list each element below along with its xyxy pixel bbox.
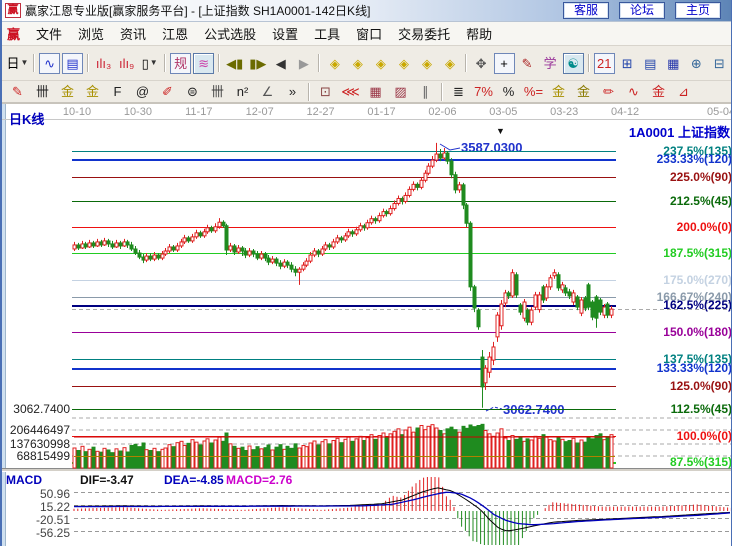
gann-brain-icon[interactable]: ☯ bbox=[563, 53, 584, 74]
pct7-icon[interactable]: 7% bbox=[472, 81, 495, 102]
menu-logo: 赢 bbox=[7, 24, 20, 43]
spiral-fence-icon[interactable]: @ bbox=[131, 81, 154, 102]
notebook-icon[interactable]: ▤ bbox=[640, 53, 661, 74]
gold-levels-icon[interactable]: 金 bbox=[647, 81, 670, 102]
toolbar-separator bbox=[33, 54, 35, 72]
pct-icon[interactable]: % bbox=[497, 81, 520, 102]
chart-area[interactable]: 日K线 1A0001 上证指数 3587.0300 3062.7400 ▼ 30… bbox=[2, 104, 732, 546]
toolbar-separator bbox=[318, 54, 320, 72]
save-icon[interactable]: ▦ bbox=[663, 53, 684, 74]
plain-fence-icon[interactable]: 卌 bbox=[206, 81, 229, 102]
menu-item-4[interactable]: 公式选股 bbox=[196, 22, 264, 45]
diamond-up-button[interactable]: ◈ bbox=[416, 53, 437, 74]
toolbar-separator bbox=[218, 54, 220, 72]
diamond-in-button[interactable]: ◈ bbox=[370, 53, 391, 74]
data-transfer-icon[interactable]: ⊟ bbox=[709, 53, 730, 74]
period-day-button[interactable]: 日▼ bbox=[6, 53, 29, 74]
measure-pen-icon[interactable]: ✏ bbox=[597, 81, 620, 102]
first-bar-button[interactable]: ◀▮ bbox=[224, 53, 245, 74]
price-ruler-icon[interactable]: ≣ bbox=[447, 81, 470, 102]
calculator-icon[interactable]: ⊞ bbox=[617, 53, 638, 74]
n2-fence-icon[interactable]: n² bbox=[231, 81, 254, 102]
dropdown-arrow-icon[interactable]: ▼ bbox=[21, 59, 29, 67]
title-bar: 赢 赢家江恩专业版[赢家服务平台] - [上证指数 SH1A0001-142日K… bbox=[2, 0, 731, 22]
menu-item-0[interactable]: 文件 bbox=[28, 22, 70, 45]
gold-fence-b-icon[interactable]: 金 bbox=[81, 81, 104, 102]
overlay-chart-icon[interactable]: ∿ bbox=[39, 53, 60, 74]
toolbar-separator bbox=[441, 83, 443, 101]
box-select-icon[interactable]: ⊡ bbox=[314, 81, 337, 102]
app-window: 赢 赢家江恩专业版[赢家服务平台] - [上证指数 SH1A0001-142日K… bbox=[0, 0, 732, 546]
toolbar-separator bbox=[87, 54, 89, 72]
bars-9min-icon[interactable]: ılı₉ bbox=[116, 53, 137, 74]
dropdown-arrow-icon[interactable]: ▼ bbox=[150, 59, 158, 67]
menu-item-5[interactable]: 设置 bbox=[264, 22, 306, 45]
forum-button[interactable]: 论坛 bbox=[619, 2, 665, 19]
net-share-icon[interactable]: ⊕ bbox=[686, 53, 707, 74]
gold-line-icon[interactable]: 金 bbox=[572, 81, 595, 102]
prev-bar-button[interactable]: ◀ bbox=[270, 53, 291, 74]
cycle-circle-icon[interactable]: ⊜ bbox=[181, 81, 204, 102]
diamond-right-button[interactable]: ◈ bbox=[347, 53, 368, 74]
crosshair-icon[interactable]: + bbox=[494, 53, 515, 74]
calendar-icon[interactable]: 21 bbox=[594, 53, 615, 74]
menu-bar: 赢 文件浏览资讯江恩公式选股设置工具窗口交易委托帮助 bbox=[2, 22, 731, 46]
info-panel-icon[interactable]: ▤ bbox=[62, 53, 83, 74]
toolbar-drawing: ✎卌金金F@✐⊜卌n²∠»⊡⋘▦▨∥≣7%%%=金金✏∿金⊿ bbox=[2, 81, 731, 104]
home-button[interactable]: 主页 bbox=[675, 2, 721, 19]
next-bar-button[interactable]: ▶ bbox=[293, 53, 314, 74]
toolbar-separator bbox=[308, 83, 310, 101]
last-bar-button[interactable]: ▮▶ bbox=[247, 53, 268, 74]
menu-item-2[interactable]: 资讯 bbox=[112, 22, 154, 45]
menu-item-8[interactable]: 交易委托 bbox=[390, 22, 458, 45]
app-logo: 赢 bbox=[5, 3, 21, 18]
study-flag-icon[interactable]: 学 bbox=[540, 53, 561, 74]
wave-tool-icon[interactable]: ∿ bbox=[622, 81, 645, 102]
gold-circle-icon[interactable]: 金 bbox=[547, 81, 570, 102]
pct-line-icon[interactable]: %= bbox=[522, 81, 545, 102]
menu-item-6[interactable]: 工具 bbox=[306, 22, 348, 45]
price-volume-macd-plot[interactable] bbox=[2, 104, 732, 546]
diamond-down-button[interactable]: ◈ bbox=[440, 53, 461, 74]
service-button[interactable]: 客服 bbox=[563, 2, 609, 19]
toolbar-main: 日▼∿▤ılı₃ılı₉▯▼规≋◀▮▮▶◀▶◈◈◈◈◈◈✥+✎学☯21⊞▤▦⊕⊟ bbox=[2, 46, 731, 81]
toolbar-separator bbox=[588, 54, 590, 72]
slant-lines-icon[interactable]: ∥ bbox=[414, 81, 437, 102]
candle-style-button[interactable]: ▯▼ bbox=[139, 53, 160, 74]
toolbar-separator bbox=[465, 54, 467, 72]
gann-pattern-icon[interactable]: 规 bbox=[170, 53, 191, 74]
bars-3min-icon[interactable]: ılı₃ bbox=[93, 53, 114, 74]
red-grid-icon[interactable]: ▦ bbox=[364, 81, 387, 102]
window-title: 赢家江恩专业版[赢家服务平台] - [上证指数 SH1A0001-142日K线] bbox=[25, 2, 370, 19]
menu-item-1[interactable]: 浏览 bbox=[70, 22, 112, 45]
titlebar-buttons: 客服 论坛 主页 bbox=[563, 2, 731, 19]
gold-fence-a-icon[interactable]: 金 bbox=[56, 81, 79, 102]
red-grid-arrow-icon[interactable]: ▨ bbox=[389, 81, 412, 102]
fib-fence-icon[interactable]: F bbox=[106, 81, 129, 102]
pencil-ruler-icon[interactable]: ✐ bbox=[156, 81, 179, 102]
fan-lines-icon[interactable]: ⋘ bbox=[339, 81, 362, 102]
red-brush-icon[interactable]: ✎ bbox=[6, 81, 29, 102]
color-cycle-icon[interactable]: ≋ bbox=[193, 53, 214, 74]
diamond-left-button[interactable]: ◈ bbox=[324, 53, 345, 74]
angle-a-icon[interactable]: ∠ bbox=[256, 81, 279, 102]
pointer-line-icon[interactable]: ✎ bbox=[517, 53, 538, 74]
more-tools-button[interactable]: » bbox=[281, 81, 304, 102]
menu-item-9[interactable]: 帮助 bbox=[458, 22, 500, 45]
gann-fence-icon[interactable]: 卌 bbox=[31, 81, 54, 102]
toolbar-separator bbox=[164, 54, 166, 72]
menu-item-7[interactable]: 窗口 bbox=[348, 22, 390, 45]
diamond-out-button[interactable]: ◈ bbox=[393, 53, 414, 74]
angle-j-icon[interactable]: ⊿ bbox=[672, 81, 695, 102]
menu-item-3[interactable]: 江恩 bbox=[154, 22, 196, 45]
hand-drag-icon[interactable]: ✥ bbox=[471, 53, 492, 74]
